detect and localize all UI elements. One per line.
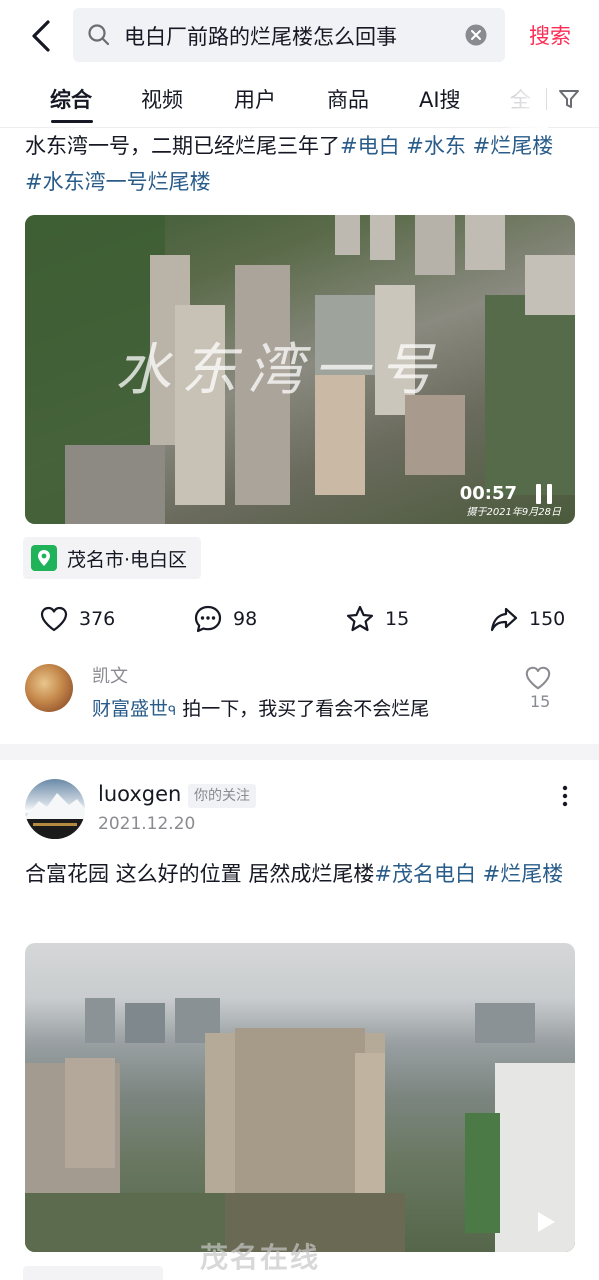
comment-heart-icon[interactable] [524, 664, 552, 692]
comment-body: 拍一下，我买了看会不会烂尾 [182, 698, 430, 720]
post-caption: 合富花园 这么好的位置 居然成烂尾楼#茂名电白 #烂尾楼 [25, 856, 575, 892]
comment-button[interactable]: 98 [193, 597, 257, 641]
city-buildings-image [25, 998, 575, 1252]
tab-fade [508, 70, 548, 128]
location-pin-icon [31, 545, 57, 571]
favorite-button[interactable]: 15 [345, 597, 409, 641]
search-icon [88, 24, 110, 46]
favorite-count: 15 [385, 608, 410, 630]
back-arrow-icon[interactable] [26, 18, 56, 54]
category-tabs: 综合 视频 用户 商品 AI搜 全 [0, 70, 599, 128]
comment-like-count: 15 [530, 692, 551, 711]
video-watermark: 水东湾一号 [115, 338, 445, 403]
location-chip[interactable] [23, 1266, 163, 1280]
top-bar: 电白厂前路的烂尾楼怎么回事 搜索 [0, 0, 599, 70]
share-count: 150 [529, 608, 566, 630]
tab-comprehensive[interactable]: 综合 [50, 84, 92, 114]
site-watermark: 茂名在线 [200, 1241, 321, 1274]
author-name[interactable]: luoxgen [98, 782, 181, 806]
search-input[interactable]: 电白厂前路的烂尾楼怎么回事 [124, 21, 397, 51]
tab-video[interactable]: 视频 [141, 84, 183, 114]
comment-mention[interactable]: 财富盛世 [92, 698, 168, 720]
video-thumbnail[interactable] [25, 943, 575, 1252]
search-button[interactable]: 搜索 [529, 20, 571, 50]
hashtag[interactable]: #茂名电白 [374, 862, 476, 886]
following-badge: 你的关注 [188, 784, 256, 808]
commenter-name[interactable]: 凯文 [92, 662, 128, 688]
heart-icon [40, 606, 68, 632]
feed-separator [0, 744, 599, 760]
location-chip[interactable]: 茂名市·电白区 [23, 537, 202, 579]
hashtag[interactable]: #电白 [340, 134, 400, 158]
post-date: 2021.12.20 [98, 814, 196, 834]
hashtag[interactable]: #烂尾楼 [483, 862, 564, 886]
play-icon[interactable] [535, 1210, 557, 1234]
like-count: 376 [79, 608, 116, 630]
tab-products[interactable]: 商品 [327, 84, 369, 114]
author-avatar[interactable] [25, 779, 85, 839]
mountain-avatar-image [25, 793, 85, 839]
post-caption-text: 合富花园 这么好的位置 居然成烂尾楼 [25, 862, 375, 886]
video-date-stamp: 摄于2021年9月28日 [466, 507, 561, 518]
filter-divider [546, 88, 547, 110]
search-box[interactable]: 电白厂前路的烂尾楼怎么回事 [73, 8, 505, 62]
star-icon [346, 605, 374, 632]
video-duration: 00:57 [459, 483, 517, 504]
location-text: 茂名市·电白区 [67, 548, 188, 571]
hashtag[interactable]: #水东 [406, 134, 466, 158]
filter-icon[interactable] [557, 87, 581, 111]
active-tab-indicator [51, 120, 93, 123]
commenter-avatar[interactable] [25, 664, 73, 712]
share-arrow-icon [490, 607, 518, 632]
more-options-icon[interactable] [561, 784, 569, 808]
post-caption-text: 水东湾一号，二期已经烂尾三年了 [25, 134, 340, 158]
top-comment[interactable]: 凯文 财富盛世ᑫ 拍一下，我买了看会不会烂尾 15 [0, 660, 599, 730]
comment-icon [194, 605, 222, 633]
hashtag[interactable]: #烂尾楼 [473, 134, 554, 158]
tab-users[interactable]: 用户 [234, 84, 276, 114]
post-actions: 376 98 15 150 [0, 597, 599, 641]
comment-text: 财富盛世ᑫ 拍一下，我买了看会不会烂尾 [92, 698, 430, 720]
hashtag[interactable]: #水东湾一号烂尾楼 [25, 170, 211, 194]
tab-ai-search[interactable]: AI搜 [419, 84, 461, 114]
comment-count: 98 [233, 608, 258, 630]
post-caption: 水东湾一号，二期已经烂尾三年了#电白 #水东 #烂尾楼 #水东湾一号烂尾楼 [25, 128, 575, 200]
clear-icon[interactable] [465, 24, 487, 46]
like-button[interactable]: 376 [39, 597, 115, 641]
share-button[interactable]: 150 [489, 597, 565, 641]
video-thumbnail[interactable]: 水东湾一号 00:57 摄于2021年9月28日 [25, 215, 575, 524]
